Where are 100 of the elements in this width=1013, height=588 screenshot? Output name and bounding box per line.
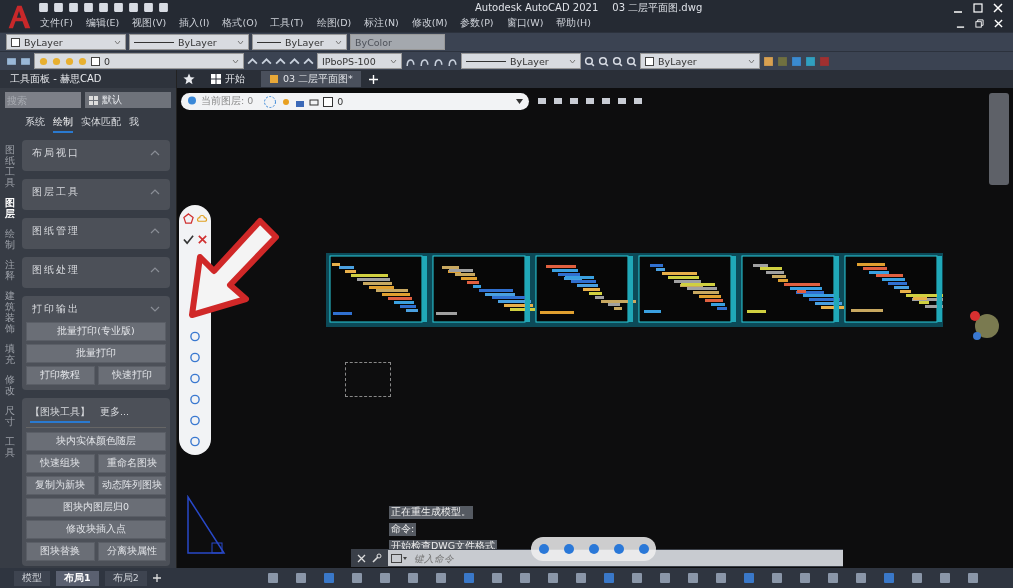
menu-item[interactable]: 绘图(D) [316, 17, 352, 30]
layout-tab[interactable]: 布局1 [56, 570, 99, 586]
palette-button[interactable]: 重命名图块 [97, 454, 166, 473]
menu-item[interactable]: 工具(T) [270, 17, 304, 30]
chevron-up-icon[interactable] [150, 189, 160, 195]
wrench-icon[interactable] [372, 553, 382, 563]
side-tab[interactable]: 尺寸 [5, 405, 15, 427]
side-tab[interactable]: 修改 [5, 374, 15, 396]
side-tab[interactable]: 图纸工具 [5, 144, 15, 188]
linetype-dropdown[interactable]: ByLayer [461, 53, 581, 69]
menu-item[interactable]: 窗口(W) [506, 17, 544, 30]
maximize-icon[interactable] [973, 2, 983, 13]
layer-color-dropdown[interactable]: ByLayer [640, 53, 760, 69]
restore-icon[interactable] [975, 19, 984, 28]
status-toggle-icon[interactable] [686, 572, 699, 584]
menu-item[interactable]: 编辑(E) [85, 17, 120, 30]
palette-button[interactable]: 批量打印 [26, 344, 166, 363]
menu-item[interactable]: 参数(P) [460, 17, 494, 30]
palette-button[interactable]: 图块内图层归0 [26, 498, 166, 517]
menu-item[interactable]: 帮助(H) [556, 17, 591, 30]
status-toggle-icon[interactable] [406, 572, 419, 584]
status-toggle-icon[interactable] [854, 572, 867, 584]
zoom-icon[interactable] [598, 55, 609, 67]
status-toggle-icon[interactable] [574, 572, 587, 584]
palette-tab[interactable]: 实体匹配 [81, 115, 121, 133]
status-toggle-icon[interactable] [882, 572, 895, 584]
prompt-icon[interactable] [388, 550, 410, 566]
palette-button[interactable]: 复制为新块 [26, 476, 95, 495]
side-tab[interactable]: 图层 [5, 197, 15, 219]
status-toggle-icon[interactable] [742, 572, 755, 584]
palette-button[interactable]: 修改块插入点 [26, 520, 166, 539]
pentagon-icon[interactable] [182, 213, 194, 224]
palette-button[interactable]: 分离块属性 [97, 542, 166, 561]
document-tab[interactable]: 开始 [203, 71, 253, 87]
palette-button[interactable]: 打印教程 [26, 366, 95, 385]
status-toggle-icon[interactable] [434, 572, 447, 584]
app-logo-icon[interactable] [6, 4, 32, 30]
layout-tab[interactable]: 布局2 [104, 570, 147, 586]
add-tab-icon[interactable] [152, 574, 161, 582]
palette-button[interactable]: 图块替换 [26, 542, 95, 561]
status-toggle-icon[interactable] [322, 572, 335, 584]
section-title[interactable]: 图纸处理 [32, 263, 80, 277]
section-title[interactable]: 布局视口 [32, 146, 80, 160]
palette-button[interactable]: 快速组块 [26, 454, 95, 473]
status-toggle-icon[interactable] [798, 572, 811, 584]
palette-tab[interactable]: 系统 [25, 115, 45, 133]
palette-button[interactable]: 快速打印 [97, 366, 166, 385]
check-icon[interactable] [182, 234, 194, 245]
color-dropdown[interactable]: ByLayer [6, 34, 126, 50]
layout-tab[interactable]: 模型 [14, 570, 50, 586]
menu-item[interactable]: 文件(F) [40, 17, 73, 30]
chevron-down-icon[interactable] [150, 306, 160, 312]
side-tab[interactable]: 绘制 [5, 228, 15, 250]
block-tools-tab[interactable]: 更多... [100, 406, 130, 423]
palette-tab[interactable]: 绘制 [53, 115, 73, 133]
menu-item[interactable]: 视图(V) [132, 17, 167, 30]
status-toggle-icon[interactable] [462, 572, 475, 584]
chevron-up-icon[interactable] [150, 267, 160, 273]
status-toggle-icon[interactable] [938, 572, 951, 584]
linetype-dropdown[interactable]: ByLayer [129, 34, 249, 50]
status-toggle-icon[interactable] [602, 572, 615, 584]
side-tab[interactable]: 建筑装饰 [5, 290, 15, 334]
menu-item[interactable]: 插入(I) [179, 17, 210, 30]
layer-bar[interactable]: 当前图层: 0 0 [181, 93, 529, 110]
status-toggle-icon[interactable] [518, 572, 531, 584]
status-toggle-icon[interactable] [966, 572, 979, 584]
chevron-up-icon[interactable] [150, 228, 160, 234]
status-toggle-icon[interactable] [630, 572, 643, 584]
status-toggle-icon[interactable] [826, 572, 839, 584]
side-tab[interactable]: 工具 [5, 436, 15, 458]
menu-item[interactable]: 格式(O) [222, 17, 258, 30]
status-toggle-icon[interactable] [490, 572, 503, 584]
palette-tab[interactable]: 我 [129, 115, 139, 133]
document-tab[interactable]: 03 二层平面图* [261, 71, 361, 87]
section-title[interactable]: 图纸管理 [32, 224, 80, 238]
layer-filter-icon[interactable] [263, 94, 278, 109]
preset-dropdown[interactable]: 默认 [85, 92, 171, 108]
section-title[interactable]: 图层工具 [32, 185, 80, 199]
status-toggle-icon[interactable] [658, 572, 671, 584]
menu-item[interactable]: 修改(M) [411, 17, 448, 30]
side-tab[interactable]: 注释 [5, 259, 15, 281]
side-tab[interactable]: 填充 [5, 343, 15, 365]
status-toggle-icon[interactable] [378, 572, 391, 584]
status-toggle-icon[interactable] [546, 572, 559, 584]
palette-button[interactable]: 批量打印(专业版) [26, 322, 166, 341]
status-toggle-icon[interactable] [770, 572, 783, 584]
layer-dropdown[interactable]: 0 [34, 53, 244, 69]
status-toggle-icon[interactable] [266, 572, 279, 584]
block-tools-tab[interactable]: 【图块工具】 [30, 406, 90, 423]
chevron-up-icon[interactable] [150, 150, 160, 156]
section-title[interactable]: 打印输出 [32, 302, 80, 316]
status-toggle-icon[interactable] [910, 572, 923, 584]
lineweight-dropdown[interactable]: ByLayer [252, 34, 347, 50]
menu-item[interactable]: 标注(N) [364, 17, 399, 30]
plot-style-table-dropdown[interactable]: IPboPS-100 [317, 53, 402, 69]
palette-button[interactable]: 块内实体颜色随层 [26, 432, 166, 451]
status-toggle-icon[interactable] [294, 572, 307, 584]
status-toggle-icon[interactable] [350, 572, 363, 584]
compass-icon[interactable] [967, 308, 1001, 342]
palette-button[interactable]: 动态阵列图块 [97, 476, 166, 495]
